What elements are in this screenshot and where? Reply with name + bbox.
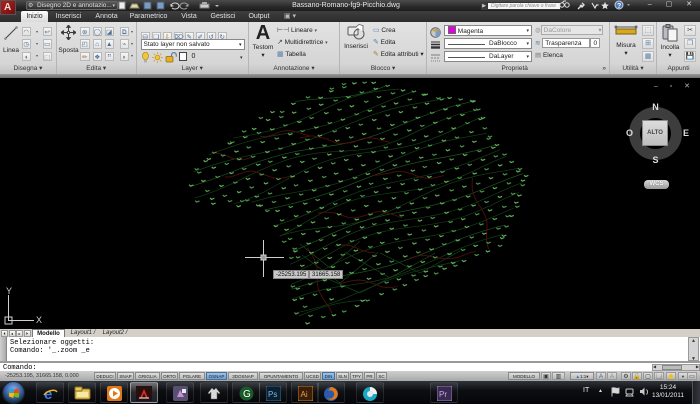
svg-text:Y: Y — [6, 286, 12, 296]
svg-text:Ai: Ai — [300, 390, 307, 399]
svg-text:X: X — [36, 315, 42, 325]
svg-text:?: ? — [617, 3, 621, 10]
svg-text:Pr: Pr — [439, 390, 447, 399]
svg-text:Ps: Ps — [268, 390, 277, 399]
svg-text:G: G — [243, 389, 251, 400]
